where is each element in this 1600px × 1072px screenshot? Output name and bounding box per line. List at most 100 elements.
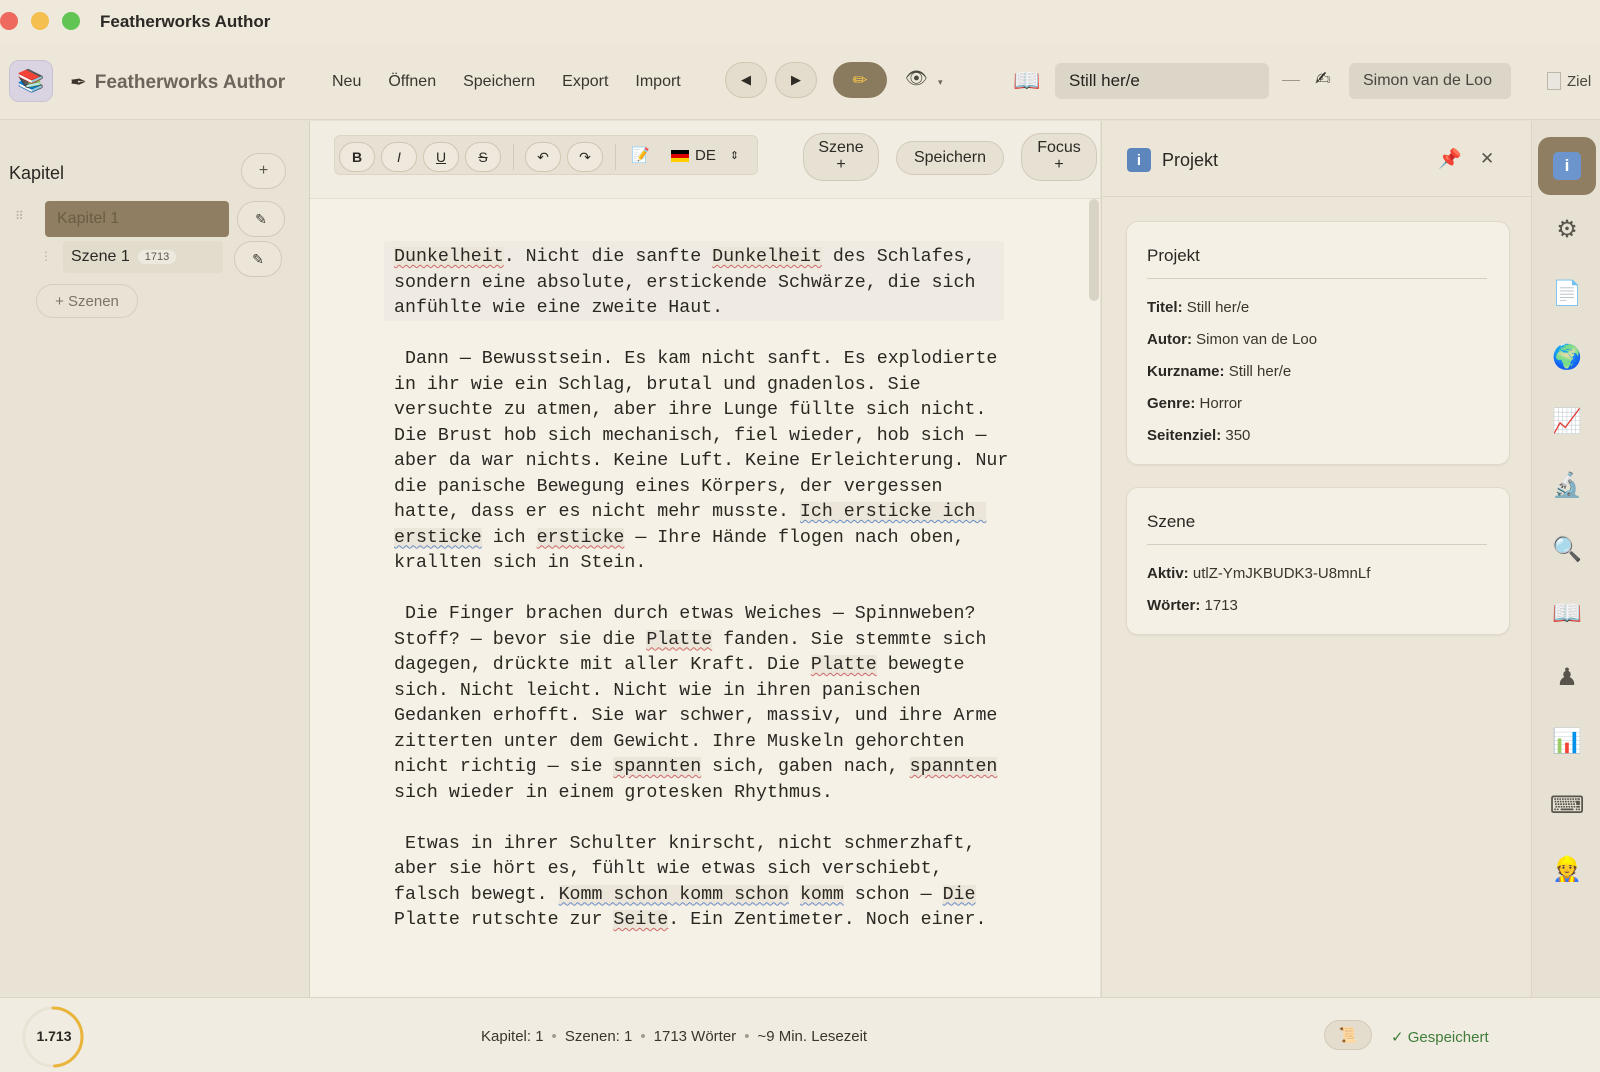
chevron-down-icon[interactable]: ▾ [938, 77, 943, 88]
avatar-icon[interactable]: 👷 [1552, 854, 1582, 884]
gear-icon[interactable]: ⚙ [1552, 214, 1582, 244]
previous-button[interactable]: ◀ [725, 62, 767, 98]
pencil-icon: ✎ [255, 210, 267, 227]
preview-mode-button[interactable]: 👁 [905, 68, 928, 89]
manuscript-paragraph[interactable]: Die Finger brachen durch etwas Weiches —… [394, 602, 1014, 806]
menu-save[interactable]: Speichern [463, 73, 535, 91]
minimize-window-button[interactable] [31, 12, 49, 30]
manuscript-editor[interactable]: Dunkelheit. Nicht die sanfte Dunkelheit … [310, 199, 1100, 997]
undo-button[interactable]: ↶ [525, 142, 561, 172]
search-icon[interactable]: 🔍 [1552, 534, 1582, 564]
add-scene-toolbar-button[interactable]: Szene + [803, 133, 879, 181]
panel-header: i Projekt 📌 ✕ [1102, 121, 1532, 197]
italic-button[interactable]: I [381, 142, 417, 172]
grammar-flag: komm [799, 884, 844, 905]
status-bar: 1.713 Kapitel: 1 • Szenen: 1 • 1713 Wört… [0, 997, 1600, 1072]
focus-button-label: Focus [1037, 139, 1081, 157]
add-chapter-button[interactable]: + [241, 153, 286, 189]
brand-label: Featherworks Author [94, 71, 286, 93]
save-button[interactable]: Speichern [896, 141, 1004, 175]
bold-button[interactable]: B [339, 142, 375, 172]
add-scene-button[interactable]: + Szenen [36, 284, 138, 318]
write-mode-button[interactable]: ✏ [833, 62, 887, 98]
main-toolbar: 📚 ✒ Featherworks Author Neu Öffnen Speic… [0, 44, 1600, 120]
goal-button[interactable]: Ziel [1547, 72, 1591, 90]
pencil-icon: ✏ [852, 69, 868, 90]
scene-count: Szenen: 1 [564, 1028, 633, 1045]
divider [615, 144, 616, 170]
app-icon[interactable]: 📚 [9, 60, 53, 102]
plus-icon: + [836, 156, 846, 173]
drag-handle-icon[interactable]: ⠿ [15, 209, 24, 223]
language-select[interactable]: DE ⇕ [671, 147, 739, 164]
grammar-flag: Die [942, 884, 976, 905]
pin-icon[interactable]: 📌 [1438, 147, 1462, 171]
sidebar-item-chapter-1[interactable]: Kapitel 1 [45, 201, 229, 237]
edit-scene-button[interactable]: ✎ [234, 241, 282, 277]
german-flag-icon [671, 149, 689, 162]
project-title-row: Titel: Still her/e [1147, 299, 1250, 316]
zoom-window-button[interactable] [62, 12, 80, 30]
manuscript-text[interactable]: Dunkelheit. Nicht die sanfte Dunkelheit … [394, 245, 1014, 959]
text-run: schon — [843, 884, 943, 905]
project-genre-row: Genre: Horror [1147, 395, 1243, 412]
menu-export[interactable]: Export [562, 73, 608, 91]
close-window-button[interactable] [0, 12, 18, 30]
redo-icon: ↷ [579, 148, 591, 165]
text-run: . Nicht die sanfte [503, 247, 713, 267]
drag-handle-icon[interactable]: ⋮ [40, 249, 52, 263]
tool-rail: i ⚙ 📄 🌍 📈 🔬 🔍 📖 ♟ 📊 ⌨ 👷 [1531, 121, 1600, 997]
writing-hand-icon: ✍ [1315, 69, 1331, 90]
text-run: sich, gaben nach, [701, 757, 910, 777]
project-shortname-row: Kurzname: Still her/e [1147, 363, 1292, 380]
chapter-count: Kapitel: 1 [481, 1028, 544, 1045]
edit-chapter-button[interactable]: ✎ [237, 201, 285, 237]
separator-dot: • [640, 1028, 646, 1045]
spelling-flag: spannten [909, 757, 998, 777]
line-chart-icon[interactable]: 📈 [1552, 406, 1582, 436]
manuscript-paragraph[interactable]: Etwas in ihrer Schulter knirscht, nicht … [394, 832, 1014, 934]
document-icon [1547, 72, 1561, 90]
menu-import[interactable]: Import [635, 73, 680, 91]
character-icon[interactable]: ♟ [1552, 662, 1582, 692]
card-title: Szene [1147, 512, 1196, 531]
goal-label: Ziel [1567, 72, 1592, 90]
spellcheck-icon[interactable]: 📝 [631, 146, 650, 164]
open-book-icon[interactable]: 📖 [1552, 598, 1582, 628]
spelling-flag: ersticke [536, 527, 625, 548]
menu-open[interactable]: Öffnen [388, 73, 436, 91]
next-button[interactable]: ▶ [775, 62, 817, 98]
language-label: DE [695, 147, 716, 164]
editor-scrollbar[interactable] [1089, 199, 1099, 301]
underline-button[interactable]: U [423, 142, 459, 172]
manuscript-paragraph[interactable]: Dunkelheit. Nicht die sanfte Dunkelheit … [394, 245, 1014, 322]
spelling-flag: spannten [613, 757, 702, 777]
title-bar: Featherworks Author [0, 0, 1600, 44]
scroll-icon: 📜 [1338, 1027, 1358, 1044]
sidebar-item-scene-1[interactable]: Szene 1 1713 [63, 241, 223, 273]
separator-dot: • [744, 1028, 750, 1045]
archive-button[interactable]: 📜 [1324, 1020, 1372, 1050]
menu-new[interactable]: Neu [332, 73, 361, 91]
close-icon[interactable]: ✕ [1480, 149, 1494, 169]
author-field[interactable]: Simon van de Loo [1349, 63, 1511, 99]
info-tab[interactable]: i [1538, 137, 1596, 195]
window-title: Featherworks Author [100, 12, 271, 31]
keyboard-icon[interactable]: ⌨ [1550, 790, 1585, 820]
strikethrough-button[interactable]: S [465, 142, 501, 172]
manuscript-paragraph[interactable]: Dann — Bewusstsein. Es kam nicht sanft. … [394, 347, 1014, 577]
microscope-icon[interactable]: 🔬 [1552, 470, 1582, 500]
reading-time: ~9 Min. Lesezeit [757, 1028, 868, 1045]
redo-button[interactable]: ↷ [567, 142, 603, 172]
info-panel: i Projekt 📌 ✕ Projekt Titel: Still her/e… [1101, 121, 1532, 997]
spelling-flag: Dunkelheit [394, 247, 504, 267]
globe-icon[interactable]: 🌍 [1552, 342, 1582, 372]
bar-chart-icon[interactable]: 📊 [1552, 726, 1582, 756]
focus-button[interactable]: Focus + [1021, 133, 1097, 181]
document-icon[interactable]: 📄 [1552, 278, 1582, 308]
project-title-field[interactable]: Still her/e [1055, 63, 1269, 99]
spelling-flag: Platte [810, 655, 877, 675]
info-icon: i [1127, 148, 1151, 172]
separator-dot: • [551, 1028, 557, 1045]
spelling-flag: Dunkelheit [712, 247, 822, 267]
